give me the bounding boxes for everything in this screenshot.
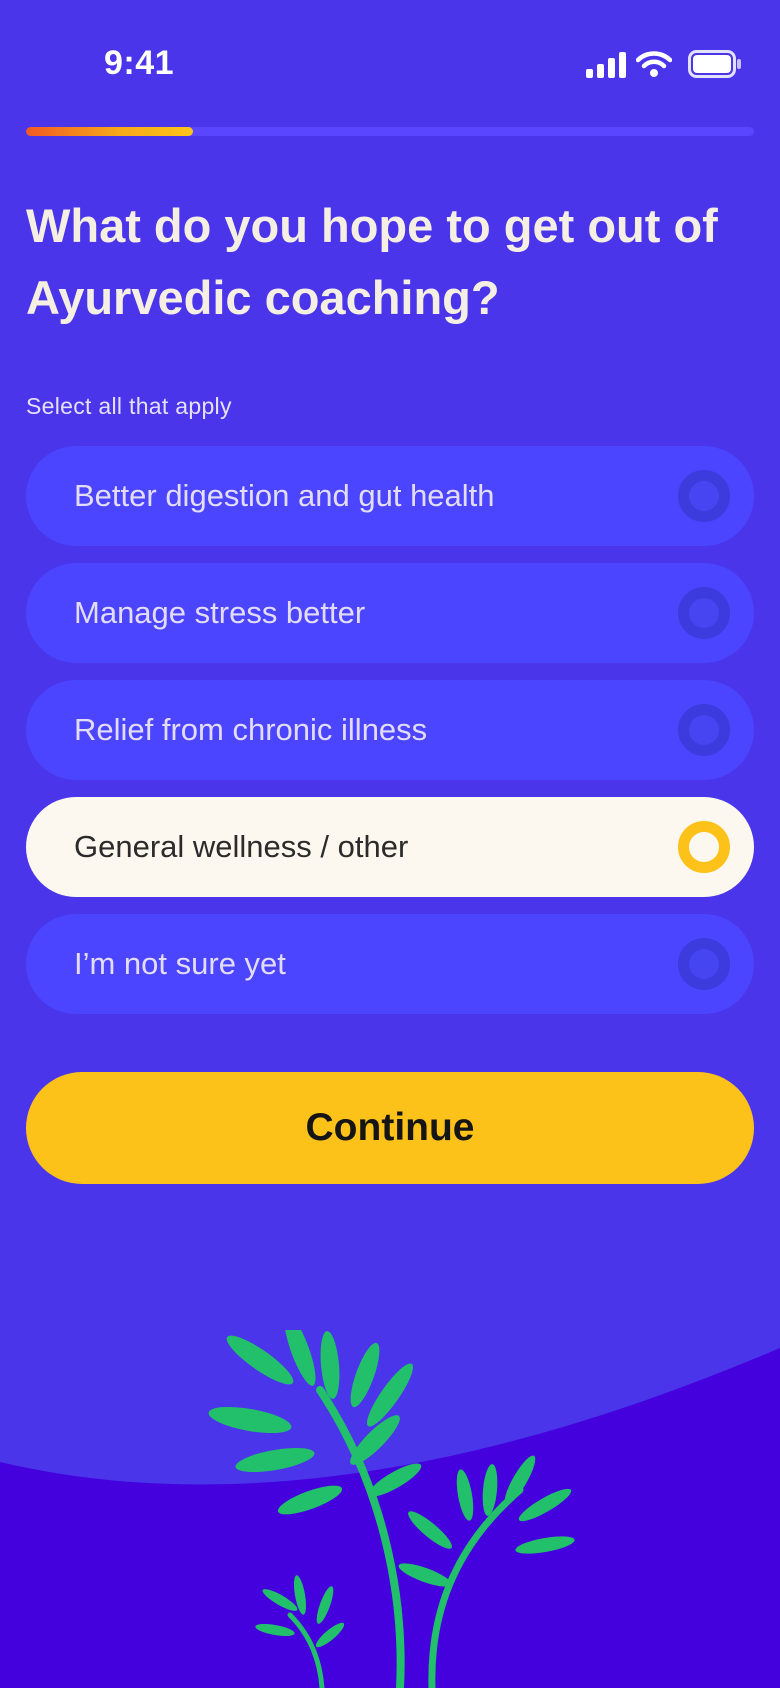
radio-icon[interactable] xyxy=(678,938,730,990)
cellular-signal-icon xyxy=(586,52,626,78)
option-label: Relief from chronic illness xyxy=(74,712,428,747)
options-list: Better digestion and gut health Manage s… xyxy=(26,446,754,1031)
continue-button[interactable]: Continue xyxy=(26,1072,754,1184)
radio-icon[interactable] xyxy=(678,587,730,639)
option-label: Manage stress better xyxy=(74,595,366,630)
option-item[interactable]: I’m not sure yet xyxy=(26,914,754,1014)
option-label: General wellness / other xyxy=(74,829,409,864)
status-time: 9:41 xyxy=(104,44,175,82)
battery-icon xyxy=(688,50,741,78)
option-item[interactable]: Better digestion and gut health xyxy=(26,446,754,546)
status-bar: 9:41 xyxy=(0,0,780,130)
wifi-icon xyxy=(636,51,672,77)
option-item[interactable]: General wellness / other xyxy=(26,797,754,897)
option-label: I’m not sure yet xyxy=(74,946,286,981)
option-item[interactable]: Manage stress better xyxy=(26,563,754,663)
radio-icon[interactable] xyxy=(678,821,730,873)
option-label: Better digestion and gut health xyxy=(74,478,495,513)
progress-bar xyxy=(26,127,754,136)
radio-icon[interactable] xyxy=(678,470,730,522)
progress-fill xyxy=(26,127,194,136)
option-item[interactable]: Relief from chronic illness xyxy=(26,680,754,780)
plant-illustration xyxy=(208,1330,575,1688)
question-title: What do you hope to get out of Ayurvedic… xyxy=(26,199,718,324)
radio-icon[interactable] xyxy=(678,704,730,756)
select-hint: Select all that apply xyxy=(26,393,232,419)
